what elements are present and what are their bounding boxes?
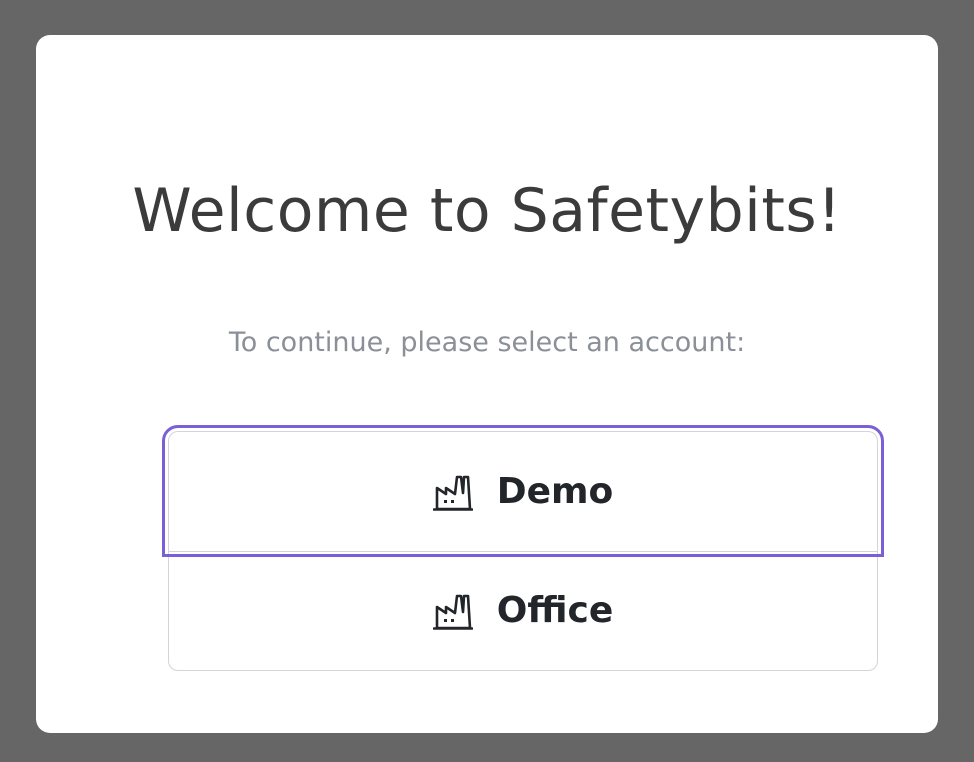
account-label-demo: Demo [496,470,614,512]
factory-icon [432,472,474,512]
account-select-dialog: Welcome to Safetybits! To continue, plea… [36,35,938,733]
account-label-office: Office [496,590,614,631]
dialog-title: Welcome to Safetybits! [132,176,842,246]
account-list: Demo Office [162,425,884,671]
account-button-office[interactable]: Office [168,551,878,671]
account-button-demo[interactable]: Demo [162,425,884,557]
factory-icon [432,591,474,631]
dialog-subtitle: To continue, please select an account: [228,327,746,358]
